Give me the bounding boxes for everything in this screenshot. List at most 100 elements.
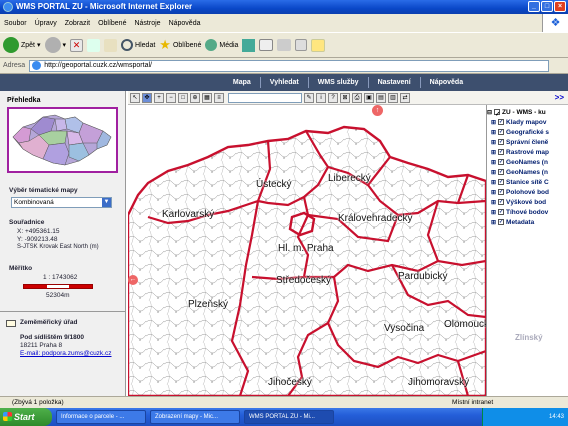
identify-icon[interactable]: ? <box>328 92 338 103</box>
expand-icon[interactable]: ⊞ <box>491 159 496 166</box>
layer-checkbox[interactable]: ✓ <box>498 159 505 165</box>
layer-checkbox[interactable]: ✓ <box>498 219 505 225</box>
task-map[interactable]: Zobrazení mapy - Mic... <box>150 410 240 424</box>
zoom-box-icon[interactable]: □ <box>178 92 188 103</box>
tool-b-icon[interactable]: ▣ <box>364 92 374 103</box>
layer-checkbox[interactable]: ✓ <box>498 179 505 185</box>
menu-tools[interactable]: Nástroje <box>134 20 160 27</box>
pan-north-icon[interactable]: ↑ <box>372 105 383 116</box>
layer-checkbox[interactable]: ✓ <box>498 149 505 155</box>
layer-checkbox[interactable]: ✓ <box>498 169 505 175</box>
nav-vyhledat[interactable]: Vyhledat <box>261 77 309 88</box>
menu-file[interactable]: Soubor <box>4 20 27 27</box>
pan-tool-icon[interactable]: ✥ <box>142 92 152 103</box>
layer-item[interactable]: ⊞ ✓ GeoNames (n <box>487 167 568 177</box>
zoom-out-icon[interactable]: − <box>166 92 176 103</box>
print-icon[interactable] <box>277 39 292 51</box>
layer-item[interactable]: ⊞ ✓ Výškové bod <box>487 197 568 207</box>
nav-mapa[interactable]: Mapa <box>224 77 261 88</box>
layer-checkbox[interactable]: ✓ <box>498 119 505 125</box>
nav-nastaveni[interactable]: Nastavení <box>369 77 421 88</box>
layer-item[interactable]: ⊞ ✓ GeoNames (n <box>487 157 568 167</box>
notes-icon[interactable] <box>311 38 326 52</box>
tool-d-icon[interactable]: ▥ <box>388 92 398 103</box>
layers-icon[interactable]: ≡ <box>214 92 224 103</box>
layer-item[interactable]: ⊞ ✓ Polohové bod <box>487 187 568 197</box>
stop-icon[interactable]: ✕ <box>70 38 84 52</box>
map-region-label: Vysočina <box>384 323 425 334</box>
search-icon <box>121 39 134 51</box>
layer-root[interactable]: ⊟ ✓ ZU - WMS - ku <box>487 107 568 119</box>
search-button[interactable]: Hledat <box>121 39 155 51</box>
layer-item[interactable]: ⊞ ✓ Metadata <box>487 217 568 227</box>
tool-c-icon[interactable]: ▤ <box>376 92 386 103</box>
menu-favorites[interactable]: Oblíbené <box>98 20 126 27</box>
expand-icon[interactable]: ⊞ <box>491 139 496 146</box>
map-region-label: Olomoucký <box>444 319 486 330</box>
expand-icon[interactable]: ⊞ <box>491 169 496 176</box>
layer-checkbox[interactable]: ✓ <box>498 139 505 145</box>
scale-dropdown[interactable] <box>228 92 302 103</box>
menu-help[interactable]: Nápověda <box>169 20 201 27</box>
layer-label: Správní členě <box>506 138 549 146</box>
layer-label: Klady mapov <box>506 118 547 126</box>
favorites-button[interactable]: ★ Oblíbené <box>159 37 201 53</box>
expand-icon[interactable]: ⊞ <box>491 119 496 126</box>
pointer-tool-icon[interactable]: ↖ <box>130 92 140 103</box>
layer-checkbox[interactable]: ✓ <box>498 209 505 215</box>
layer-item[interactable]: ⊞ ✓ Tíhové bodov <box>487 207 568 217</box>
refresh-map-icon[interactable]: ⇄ <box>400 92 410 103</box>
pan-west-icon[interactable]: ← <box>128 275 138 285</box>
page-icon <box>32 61 42 70</box>
media-button[interactable]: Média <box>205 39 238 51</box>
task-wms[interactable]: WMS PORTAL ZU - Mi... <box>244 410 334 424</box>
menu-edit[interactable]: Úpravy <box>35 20 57 27</box>
mail-icon[interactable] <box>259 39 274 51</box>
map-region-label: Jihomoravský <box>408 377 470 388</box>
start-button[interactable]: Start <box>0 408 52 426</box>
expand-icon[interactable]: ⊞ <box>491 149 496 156</box>
layer-item[interactable]: ⊞ ✓ Správní členě <box>487 137 568 147</box>
measure-icon[interactable]: ✎ <box>304 92 314 103</box>
task-parcel[interactable]: Informace o parcele - ... <box>56 410 146 424</box>
layer-item[interactable]: ⊞ ✓ Rastrové map <box>487 147 568 157</box>
minimize-button[interactable]: _ <box>528 1 540 12</box>
expand-icon[interactable]: ⊞ <box>491 199 496 206</box>
layer-root-checkbox[interactable]: ✓ <box>494 109 500 118</box>
overview-map[interactable] <box>7 107 118 173</box>
history-icon[interactable] <box>242 38 256 52</box>
map-canvas[interactable]: Ústecký Liberecký Karlovarský Královehradec… <box>128 105 486 396</box>
close-button[interactable]: × <box>554 1 566 12</box>
layer-item[interactable]: ⊞ ✓ Klady mapov <box>487 117 568 127</box>
layer-checkbox[interactable]: ✓ <box>498 129 505 135</box>
back-button[interactable]: Zpět ▾ <box>3 37 41 53</box>
layer-checkbox[interactable]: ✓ <box>498 199 505 205</box>
print-map-icon[interactable]: ⎙ <box>352 92 362 103</box>
theme-select[interactable]: Kombinovaná ▼ <box>11 197 112 208</box>
maximize-button[interactable]: □ <box>541 1 553 12</box>
grid-icon[interactable]: ▦ <box>202 92 212 103</box>
info-icon[interactable]: i <box>316 92 326 103</box>
nav-napoveda[interactable]: Nápověda <box>421 77 472 88</box>
nav-wms[interactable]: WMS služby <box>309 77 369 88</box>
home-icon[interactable] <box>104 38 118 52</box>
refresh-icon[interactable] <box>87 38 101 52</box>
zoom-in-icon[interactable]: + <box>154 92 164 103</box>
expand-arrows-icon[interactable]: >> <box>555 93 564 102</box>
expand-icon[interactable]: ⊞ <box>491 209 496 216</box>
layer-label: GeoNames (n <box>506 168 548 176</box>
address-input[interactable]: http://geoportal.cuzk.cz/wmsportal/ <box>29 59 550 72</box>
edit-icon[interactable] <box>295 39 308 51</box>
layer-checkbox[interactable]: ✓ <box>498 189 505 195</box>
expand-icon[interactable]: ⊞ <box>491 219 496 226</box>
expand-icon[interactable]: ⊞ <box>491 179 496 186</box>
expand-icon[interactable]: ⊞ <box>491 189 496 196</box>
email-link[interactable]: E-mail: podpora.zums@cuzk.cz <box>20 350 112 357</box>
menu-view[interactable]: Zobrazit <box>65 20 90 27</box>
full-extent-icon[interactable]: ⊕ <box>190 92 200 103</box>
layer-item[interactable]: ⊞ ✓ Geografické s <box>487 127 568 137</box>
forward-button[interactable]: ▾ <box>44 37 66 53</box>
expand-icon[interactable]: ⊞ <box>491 129 496 136</box>
layer-item[interactable]: ⊞ ✓ Stanice sítě C <box>487 177 568 187</box>
tool-a-icon[interactable]: ⊠ <box>340 92 350 103</box>
